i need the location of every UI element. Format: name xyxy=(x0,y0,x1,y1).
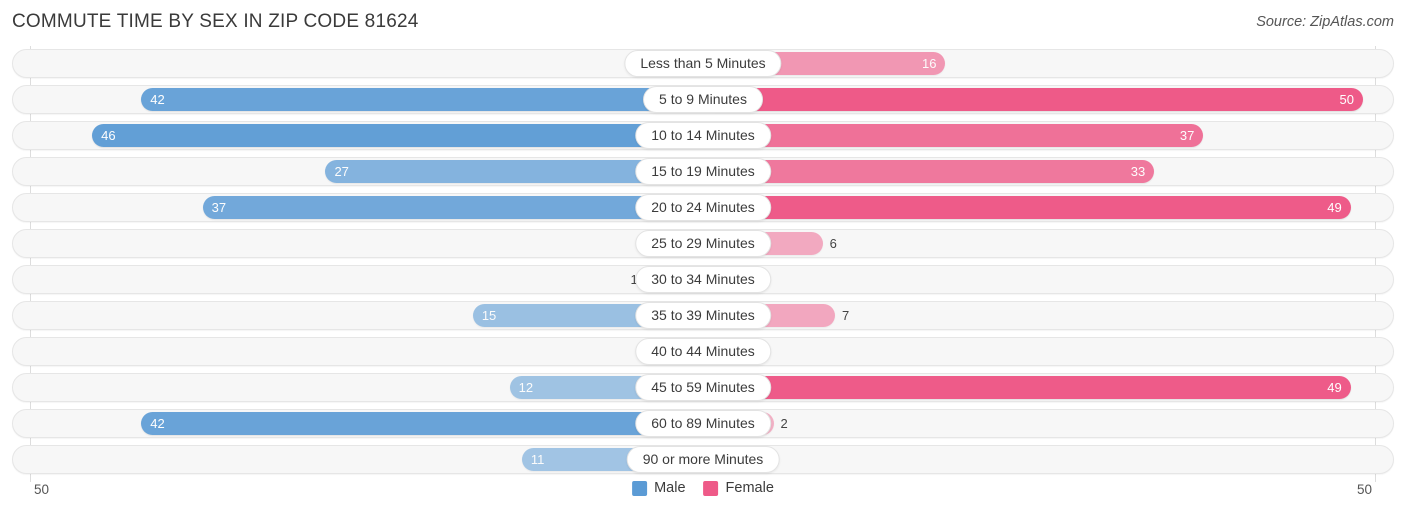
female-value-label: 16 xyxy=(922,56,937,71)
female-bar-group: 49 xyxy=(703,376,1351,399)
bar-row: 15 7 35 to 39 Minutes xyxy=(12,298,1394,334)
axis-max-right: 50 xyxy=(1356,482,1372,497)
male-value-label: 15 xyxy=(481,308,497,323)
female-bar[interactable]: 37 xyxy=(703,124,1204,147)
legend-label-female: Female xyxy=(725,480,774,496)
bar-row: 42 2 60 to 89 Minutes xyxy=(12,406,1394,442)
category-label: 35 to 39 Minutes xyxy=(635,302,771,329)
bar-row: 116Less than 5 Minutes xyxy=(12,46,1394,82)
legend-label-male: Male xyxy=(654,480,686,496)
legend-swatch-female-icon xyxy=(703,480,719,496)
female-bar[interactable]: 50 xyxy=(703,88,1363,111)
page-title: COMMUTE TIME BY SEX IN ZIP CODE 81624 xyxy=(12,11,419,32)
bar-row: 1030 to 34 Minutes xyxy=(12,262,1394,298)
male-value-label: 42 xyxy=(150,92,165,107)
male-bar[interactable]: 42 xyxy=(141,88,703,111)
legend-swatch-male-icon xyxy=(632,480,648,496)
female-bar-group: 37 xyxy=(703,124,1204,147)
axis-max-left: 50 xyxy=(34,482,50,497)
chart-legend: Male Female xyxy=(632,480,774,496)
category-label: 90 or more Minutes xyxy=(626,446,780,473)
chart-header: COMMUTE TIME BY SEX IN ZIP CODE 81624 So… xyxy=(0,0,1406,46)
bar-row: 27 33 15 to 19 Minutes xyxy=(12,154,1394,190)
category-label: 5 to 9 Minutes xyxy=(643,86,763,113)
female-value-label: 33 xyxy=(1130,164,1146,179)
source-attribution: Source: ZipAtlas.com xyxy=(1256,14,1394,30)
female-value-label: 2 xyxy=(780,416,788,431)
male-bar[interactable]: 46 xyxy=(92,124,703,147)
bar-row: 42 50 5 to 9 Minutes xyxy=(12,82,1394,118)
male-bar-group: 46 xyxy=(92,124,703,147)
male-bar-group: 37 xyxy=(202,196,703,219)
female-value-label: 49 xyxy=(1327,380,1342,395)
bar-row: 11090 or more Minutes xyxy=(12,442,1394,478)
female-value-label: 37 xyxy=(1179,128,1195,143)
female-value-label: 7 xyxy=(841,308,850,323)
chart-footer: 50 Male Female 50 xyxy=(12,476,1394,512)
category-label: 45 to 59 Minutes xyxy=(635,374,771,401)
male-bar-group: 42 xyxy=(141,412,703,435)
category-label: 15 to 19 Minutes xyxy=(635,158,771,185)
female-value-label: 49 xyxy=(1327,200,1342,215)
male-bar[interactable]: 37 xyxy=(202,196,703,219)
male-value-label: 37 xyxy=(211,200,227,215)
bar-rows-container: 11 6 Less than 5 Minutes 42 50 5 to 9 Minutes… xyxy=(12,46,1394,478)
category-label: 30 to 34 Minutes xyxy=(635,266,771,293)
bar-row: 46 37 10 to 14 Minutes xyxy=(12,118,1394,154)
category-label: 25 to 29 Minutes xyxy=(635,230,771,257)
female-bar[interactable]: 49 xyxy=(703,196,1351,219)
male-bar[interactable]: 42 xyxy=(141,412,703,435)
female-value-label: 6 xyxy=(829,236,837,251)
category-label: Less than 5 Minutes xyxy=(624,50,782,77)
category-label: 60 to 89 Minutes xyxy=(635,410,771,437)
male-value-label: 46 xyxy=(101,128,116,143)
category-label: 10 to 14 Minutes xyxy=(635,122,771,149)
male-value-label: 27 xyxy=(334,164,349,179)
male-bar-group: 42 xyxy=(141,88,703,111)
female-bar-group: 49 xyxy=(703,196,1351,219)
bar-row: 0625 to 29 Minutes xyxy=(12,226,1394,262)
legend-item-female[interactable]: Female xyxy=(703,480,774,496)
category-label: 40 to 44 Minutes xyxy=(635,338,771,365)
male-value-label: 42 xyxy=(150,416,165,431)
bar-row: 0040 to 44 Minutes xyxy=(12,334,1394,370)
bar-row: 37 49 20 to 24 Minutes xyxy=(12,190,1394,226)
legend-item-male[interactable]: Male xyxy=(632,480,686,496)
bar-row: 12 49 45 to 59 Minutes xyxy=(12,370,1394,406)
male-value-label: 12 xyxy=(518,380,534,395)
female-value-label: 50 xyxy=(1339,92,1354,107)
chart-plot-area: 11 6 Less than 5 Minutes 42 50 5 to 9 Minutes… xyxy=(12,46,1394,482)
female-bar[interactable]: 49 xyxy=(703,376,1351,399)
category-label: 20 to 24 Minutes xyxy=(635,194,771,221)
female-bar-group: 50 xyxy=(703,88,1363,111)
male-value-label: 11 xyxy=(530,452,545,467)
